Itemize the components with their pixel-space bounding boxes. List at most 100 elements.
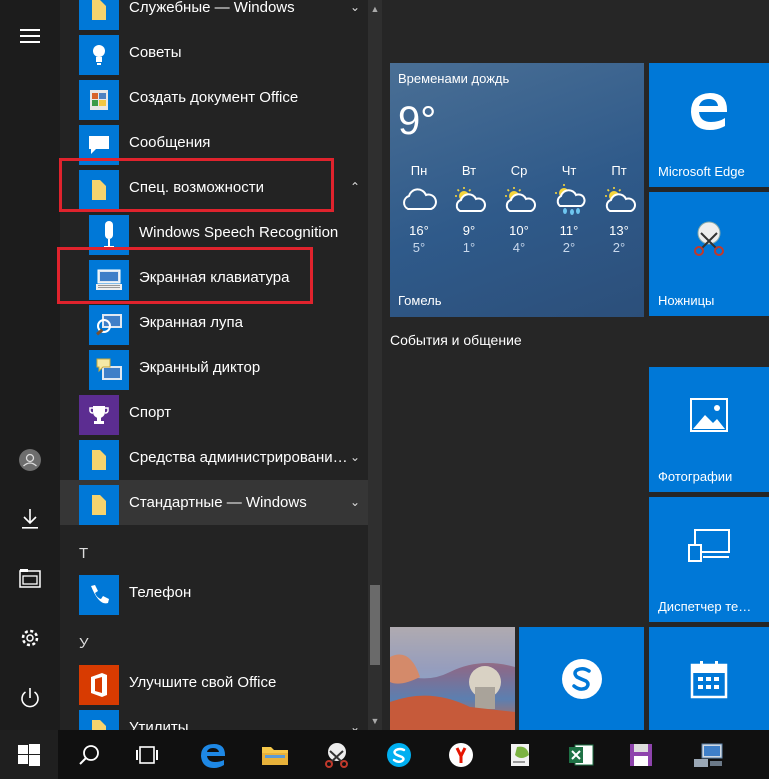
chevron-down-icon[interactable]: ⌄ [350,480,360,525]
settings-icon[interactable] [0,618,60,658]
partly-cloudy-icon [494,181,544,219]
forecast-low: 4° [512,240,526,255]
file-explorer-icon[interactable] [246,730,304,779]
snipping-tool-icon[interactable] [308,730,366,779]
calendar-icon [649,627,769,730]
item-label: Создать документ Office [129,89,299,106]
forecast-day-name: Ср [510,163,528,178]
app-list: Служебные — Windows ⌄ Советы Создать док… [60,0,368,730]
list-item[interactable]: Спорт [60,390,368,435]
partly-cloudy-icon [594,181,644,219]
edge-icon[interactable] [184,730,242,779]
highlight-box [57,247,313,304]
narrator-icon [89,350,129,390]
item-label: Средства администрировани… [129,449,348,466]
office-doc-icon [79,80,119,120]
skype-icon [519,627,644,730]
forecast-low: 2° [612,240,626,255]
forecast-day: Чт 11° 2° [544,163,594,255]
game-artwork-icon [390,627,515,730]
windows-start-icon[interactable] [0,730,58,779]
power-icon[interactable] [0,678,60,718]
phone-icon [79,575,119,615]
photos-tile[interactable]: Фотографии [649,367,769,492]
weather-temp: 9° [398,99,437,143]
downloads-icon[interactable] [0,499,60,539]
partly-cloudy-icon [444,181,494,219]
item-label: Улучшите свой Office [129,674,277,691]
edge-icon [649,63,769,157]
forecast-day-name: Чт [561,163,577,178]
taskbar [0,730,769,779]
item-label: Советы [129,44,182,61]
forecast-high: 13° [609,223,629,238]
menu-icon[interactable] [0,16,60,56]
forecast-day: Вт 9° 1° [444,163,494,255]
list-item[interactable]: Стандартные — Windows ⌄ [60,480,368,525]
yandex-icon[interactable] [432,730,490,779]
highlight-box [59,158,334,212]
forecast-day: Пт 13° 2° [594,163,644,255]
network-computer-icon[interactable] [680,730,738,779]
scissors-icon [649,192,769,286]
forecast-day: Ср 10° 4° [494,163,544,255]
chevron-down-icon[interactable]: ⌄ [350,0,360,30]
scrollbar-thumb[interactable] [370,585,380,665]
item-label: Стандартные — Windows [129,494,307,511]
forecast-high: 16° [409,223,429,238]
list-item[interactable]: Средства администрировани… ⌄ [60,435,368,480]
list-item[interactable]: Экранная лупа [60,300,368,345]
photo-icon [649,367,769,462]
folder-icon [79,440,119,480]
explorer-icon[interactable] [0,558,60,598]
list-item[interactable]: Создать документ Office [60,75,368,120]
chevron-up-icon[interactable]: ⌃ [350,165,360,210]
scroll-up-icon[interactable]: ▲ [368,0,382,18]
trophy-icon [79,395,119,435]
calendar-tile[interactable] [649,627,769,730]
folder-icon [79,710,119,730]
forecast-low: 2° [562,240,576,255]
cloud-icon [394,181,444,219]
group-letter[interactable]: Т [79,545,88,562]
magnifier-icon [89,305,129,345]
group-letter[interactable]: У [79,635,89,652]
lightbulb-icon [79,35,119,75]
list-item[interactable]: Советы [60,30,368,75]
list-item[interactable]: Улучшите свой Office [60,660,368,705]
devices-icon [649,497,769,592]
item-label: Утилиты [129,719,189,730]
office-icon [79,665,119,705]
skype-tile[interactable] [519,627,644,730]
start-rail [0,0,60,730]
save-floppy-icon[interactable] [612,730,670,779]
user-icon[interactable] [0,440,60,480]
device-manager-tile[interactable]: Диспетчер те… [649,497,769,622]
task-view-icon[interactable] [118,730,176,779]
folder-icon [79,485,119,525]
weather-tile[interactable]: Временами дождь 9° Пн 16° 5° Вт 9° 1° Ср… [390,63,644,317]
item-label: Телефон [129,584,192,601]
scroll-down-icon[interactable]: ▼ [368,712,382,730]
applist-scrollbar[interactable]: ▲ ▼ [368,0,382,730]
tile-group-title[interactable]: События и общение [390,332,522,348]
search-icon[interactable] [60,730,118,779]
list-item[interactable]: Телефон [60,570,368,615]
item-label: Экранная лупа [139,314,243,331]
skype-icon[interactable] [370,730,428,779]
notepadpp-icon[interactable] [492,730,550,779]
forecast-low: 5° [412,240,426,255]
game-tile[interactable] [390,627,515,730]
list-item[interactable]: Утилиты ⌄ [60,705,368,730]
chevron-down-icon[interactable]: ⌄ [350,435,360,480]
folder-icon [79,0,119,30]
excel-icon[interactable] [552,730,610,779]
list-item[interactable]: Служебные — Windows ⌄ [60,0,368,30]
list-item[interactable]: Экранный диктор [60,345,368,390]
scissors-tile[interactable]: Ножницы [649,192,769,316]
chevron-down-icon[interactable]: ⌄ [350,705,360,730]
forecast-day: Пн 16° 5° [394,163,444,255]
edge-tile[interactable]: Microsoft Edge [649,63,769,187]
forecast-day-name: Вт [461,163,477,178]
rain-icon [544,181,594,219]
